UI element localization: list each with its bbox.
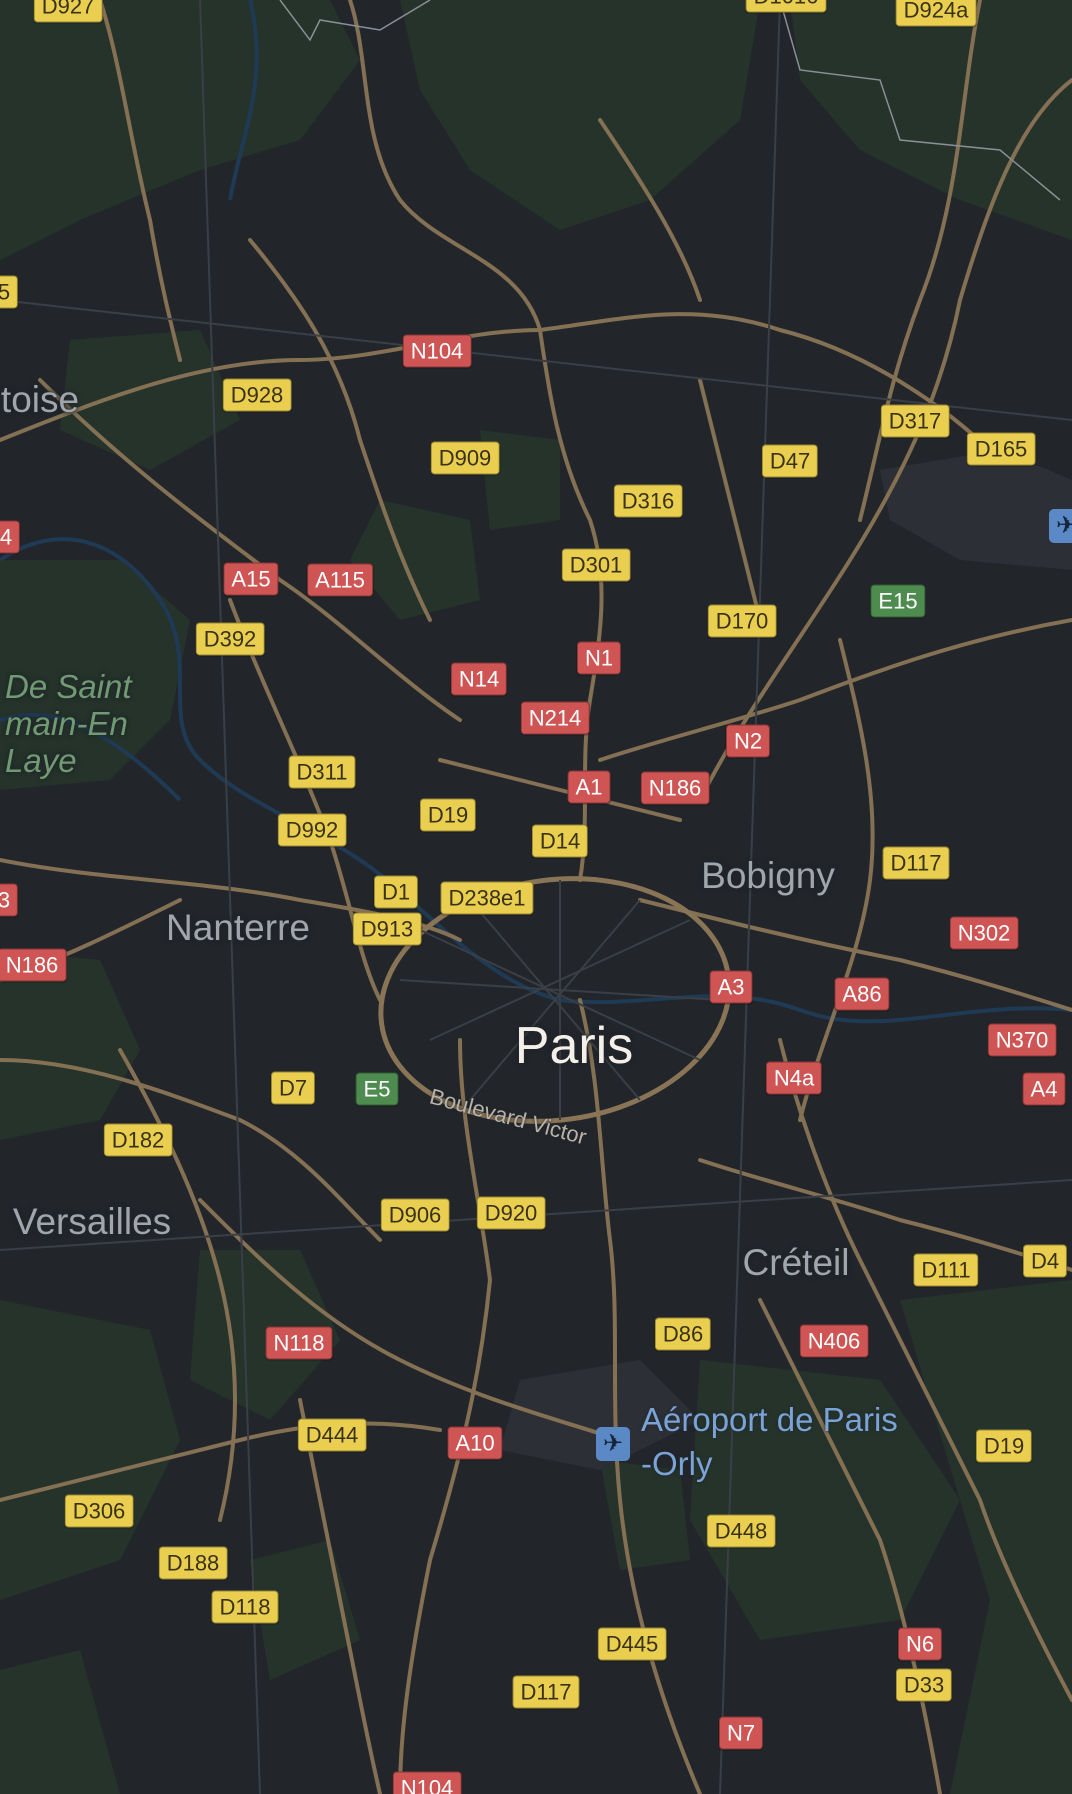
road-shield-n14: N14: [450, 662, 508, 696]
road-shield-d448: D448: [706, 1514, 776, 1548]
road-shield-d311: D311: [288, 755, 356, 789]
road-shield-e15: E15: [870, 584, 926, 618]
road-shield-n4a: N4a: [765, 1061, 823, 1095]
road-shield-edge-5: 5: [0, 275, 19, 309]
road-shield-d238e1: D238e1: [440, 881, 534, 915]
road-shield-d188: D188: [158, 1546, 228, 1580]
road-shield-a4: A4: [1022, 1072, 1066, 1106]
road-shield-d1: D1: [373, 875, 419, 909]
road-shield-d306: D306: [64, 1494, 134, 1528]
road-shield-d992: D992: [277, 813, 347, 847]
road-shield-d392: D392: [195, 622, 265, 656]
park-label-line-1: De Saint: [5, 668, 132, 705]
road-shield-d4: D4: [1022, 1244, 1068, 1278]
place-label-creteil: Créteil: [742, 1242, 850, 1283]
road-shield-a3: A3: [709, 970, 753, 1004]
road-shield-a10: A10: [447, 1426, 503, 1460]
road-shield-n2: N2: [725, 724, 771, 758]
road-shield-d182: D182: [103, 1123, 173, 1157]
road-shield-e5: E5: [355, 1072, 399, 1106]
road-shield-a115: A115: [307, 563, 373, 597]
road-shield-d924a: D924a: [895, 0, 977, 27]
road-shield-n186-east: N186: [640, 771, 710, 805]
road-shield-a1: A1: [567, 770, 611, 804]
road-shield-d928: D928: [222, 378, 292, 412]
road-shield-d165: D165: [966, 432, 1036, 466]
road-shield-d19-north: D19: [419, 798, 477, 832]
road-shield-n7: N7: [718, 1716, 764, 1750]
road-shield-n302: N302: [949, 916, 1019, 950]
map-canvas[interactable]: De Saint main-En Laye toise Bobigny Nant…: [0, 0, 1072, 1794]
road-shield-n1: N1: [576, 641, 622, 675]
city-label-paris: Paris: [514, 1017, 634, 1075]
road-shield-d909: D909: [430, 441, 500, 475]
road-shield-d913: D913: [352, 912, 422, 946]
road-shield-d317: D317: [880, 404, 950, 438]
road-shield-n104: N104: [402, 334, 472, 368]
road-shield-d47: D47: [761, 444, 819, 478]
road-shield-n186-west: N186: [0, 948, 67, 982]
place-label-nanterre: Nanterre: [166, 907, 310, 948]
road-shield-a86: A86: [834, 977, 890, 1011]
airplane-icon[interactable]: ✈: [596, 1427, 630, 1461]
road-shield-d117-south: D117: [512, 1675, 580, 1709]
road-shield-edge-4: 4: [0, 520, 21, 554]
road-shield-d444: D444: [297, 1418, 367, 1452]
road-shield-d920: D920: [476, 1196, 546, 1230]
road-shield-d86: D86: [654, 1317, 712, 1351]
road-shield-d117-north: D117: [882, 846, 950, 880]
road-shield-d118: D118: [211, 1590, 279, 1624]
road-shield-d33: D33: [895, 1668, 953, 1702]
road-shield-n370: N370: [987, 1023, 1057, 1057]
airport-label-line-1: Aéroport de Paris: [641, 1401, 898, 1438]
road-shield-n118: N118: [265, 1326, 333, 1360]
road-shield-n6: N6: [897, 1627, 943, 1661]
map-base: [0, 0, 1072, 1794]
road-shield-edge-3: 3: [0, 883, 19, 917]
place-label-versailles: Versailles: [12, 1201, 172, 1242]
road-shield-d445: D445: [597, 1627, 667, 1661]
road-shield-d111: D111: [913, 1253, 979, 1287]
park-label: De Saint main-En Laye: [5, 668, 132, 779]
road-shield-d927: D927: [33, 0, 103, 23]
road-shield-d19-south: D19: [975, 1429, 1033, 1463]
park-label-line-3: Laye: [5, 742, 77, 779]
road-shield-d301: D301: [561, 548, 631, 582]
road-shield-d906: D906: [380, 1198, 450, 1232]
road-shield-n214: N214: [520, 701, 590, 735]
road-shield-d316: D316: [613, 484, 683, 518]
road-shield-d170: D170: [707, 604, 777, 638]
road-shield-n406: N406: [799, 1324, 869, 1358]
airplane-icon-edge[interactable]: ✈: [1049, 509, 1072, 543]
road-shield-n104-south: N104: [392, 1771, 462, 1794]
place-label-pontoise: toise: [0, 379, 80, 420]
road-shield-d7: D7: [270, 1071, 316, 1105]
road-shield-d14: D14: [531, 824, 589, 858]
airport-label-line-2: -Orly: [641, 1445, 713, 1482]
place-label-bobigny: Bobigny: [701, 855, 835, 896]
road-shield-a15: A15: [223, 562, 279, 596]
road-shield-d1016: D1016: [745, 0, 827, 13]
airport-label-orly[interactable]: Aéroport de Paris -Orly: [641, 1398, 898, 1486]
park-label-line-2: main-En: [5, 705, 128, 742]
